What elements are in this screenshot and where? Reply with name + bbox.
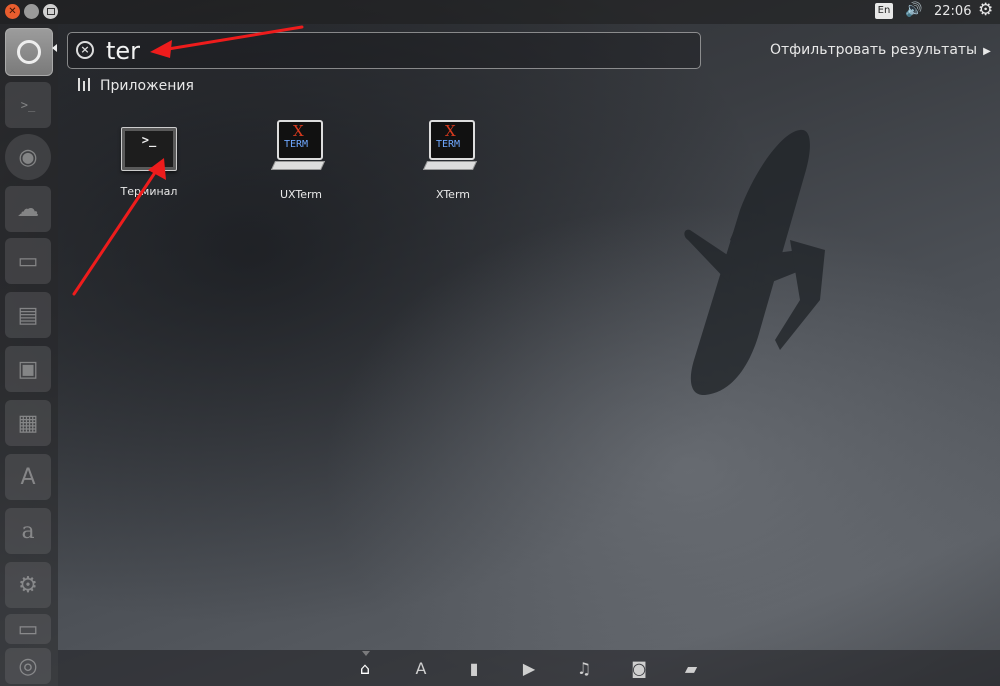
launcher-arrow-icon xyxy=(52,44,57,52)
social-icon[interactable]: ▰ xyxy=(680,659,702,679)
volume-icon[interactable]: 🔊 xyxy=(905,2,922,18)
chevron-right-icon: ▶ xyxy=(983,46,991,57)
window-close-button[interactable]: ✕ xyxy=(5,4,20,19)
files-icon[interactable]: ▮ xyxy=(463,659,485,679)
category-header: Приложения xyxy=(78,78,194,94)
firefox-icon[interactable]: ◉ xyxy=(5,134,51,180)
uxterm-icon: X TERM xyxy=(270,120,329,176)
gear-icon[interactable]: ⚙ xyxy=(978,0,993,20)
launcher: >_ ◉ ☁ ▭ ▤ ▣ ▦ A a ⚙ ▭ ◎ xyxy=(0,24,58,686)
video-icon[interactable]: ▶ xyxy=(518,659,540,679)
cloud-icon[interactable]: ☁ xyxy=(5,186,51,232)
terminal-icon[interactable]: >_ xyxy=(5,82,51,128)
filter-results-button[interactable]: Отфильтровать результаты ▶ xyxy=(770,42,991,58)
applications-category-icon xyxy=(78,78,90,91)
trash-icon[interactable]: ◎ xyxy=(5,648,51,684)
app-result-xterm[interactable]: X TERM XTerm xyxy=(398,120,508,201)
impress-icon[interactable]: ▣ xyxy=(5,346,51,392)
xterm-icon: X TERM xyxy=(422,120,481,176)
music-icon[interactable]: ♫ xyxy=(573,659,595,679)
removable-drive-icon[interactable]: ▭ xyxy=(5,614,51,644)
settings-icon[interactable]: ⚙ xyxy=(5,562,51,608)
keyboard-layout-indicator[interactable]: En xyxy=(875,3,893,19)
amazon-icon[interactable]: a xyxy=(5,508,51,554)
software-center-icon[interactable]: A xyxy=(5,454,51,500)
dash-home-icon[interactable] xyxy=(5,28,53,76)
lens-bar: ⌂ A ▮ ▶ ♫ ◙ ▰ xyxy=(58,650,1000,686)
app-label: XTerm xyxy=(435,188,470,201)
calc-icon[interactable]: ▦ xyxy=(5,400,51,446)
clear-search-icon[interactable]: × xyxy=(76,41,94,59)
writer-icon[interactable]: ▤ xyxy=(5,292,51,338)
terminal-icon: >_ xyxy=(121,127,177,171)
annotation-arrows xyxy=(72,25,304,296)
filter-results-label: Отфильтровать результаты xyxy=(770,42,978,58)
category-label: Приложения xyxy=(100,78,194,94)
window-minimize-button[interactable] xyxy=(24,4,39,19)
terminal-glyph: >_ xyxy=(125,131,173,167)
top-panel: ✕ En 🔊 22:06 ⚙ xyxy=(0,0,1000,24)
files-icon[interactable]: ▭ xyxy=(5,238,51,284)
home-icon[interactable]: ⌂ xyxy=(354,659,376,679)
app-label: Терминал xyxy=(120,185,178,198)
search-box: × xyxy=(67,32,701,69)
airplane-silhouette xyxy=(684,129,825,396)
clock[interactable]: 22:06 xyxy=(934,4,971,19)
window-maximize-button[interactable] xyxy=(43,4,58,19)
app-result-terminal[interactable]: >_ Терминал xyxy=(94,120,204,198)
applications-icon[interactable]: A xyxy=(410,659,432,679)
app-label: UXTerm xyxy=(279,188,323,201)
photos-icon[interactable]: ◙ xyxy=(628,659,650,679)
app-result-uxterm[interactable]: X TERM UXTerm xyxy=(246,120,356,201)
search-input[interactable] xyxy=(106,36,686,66)
